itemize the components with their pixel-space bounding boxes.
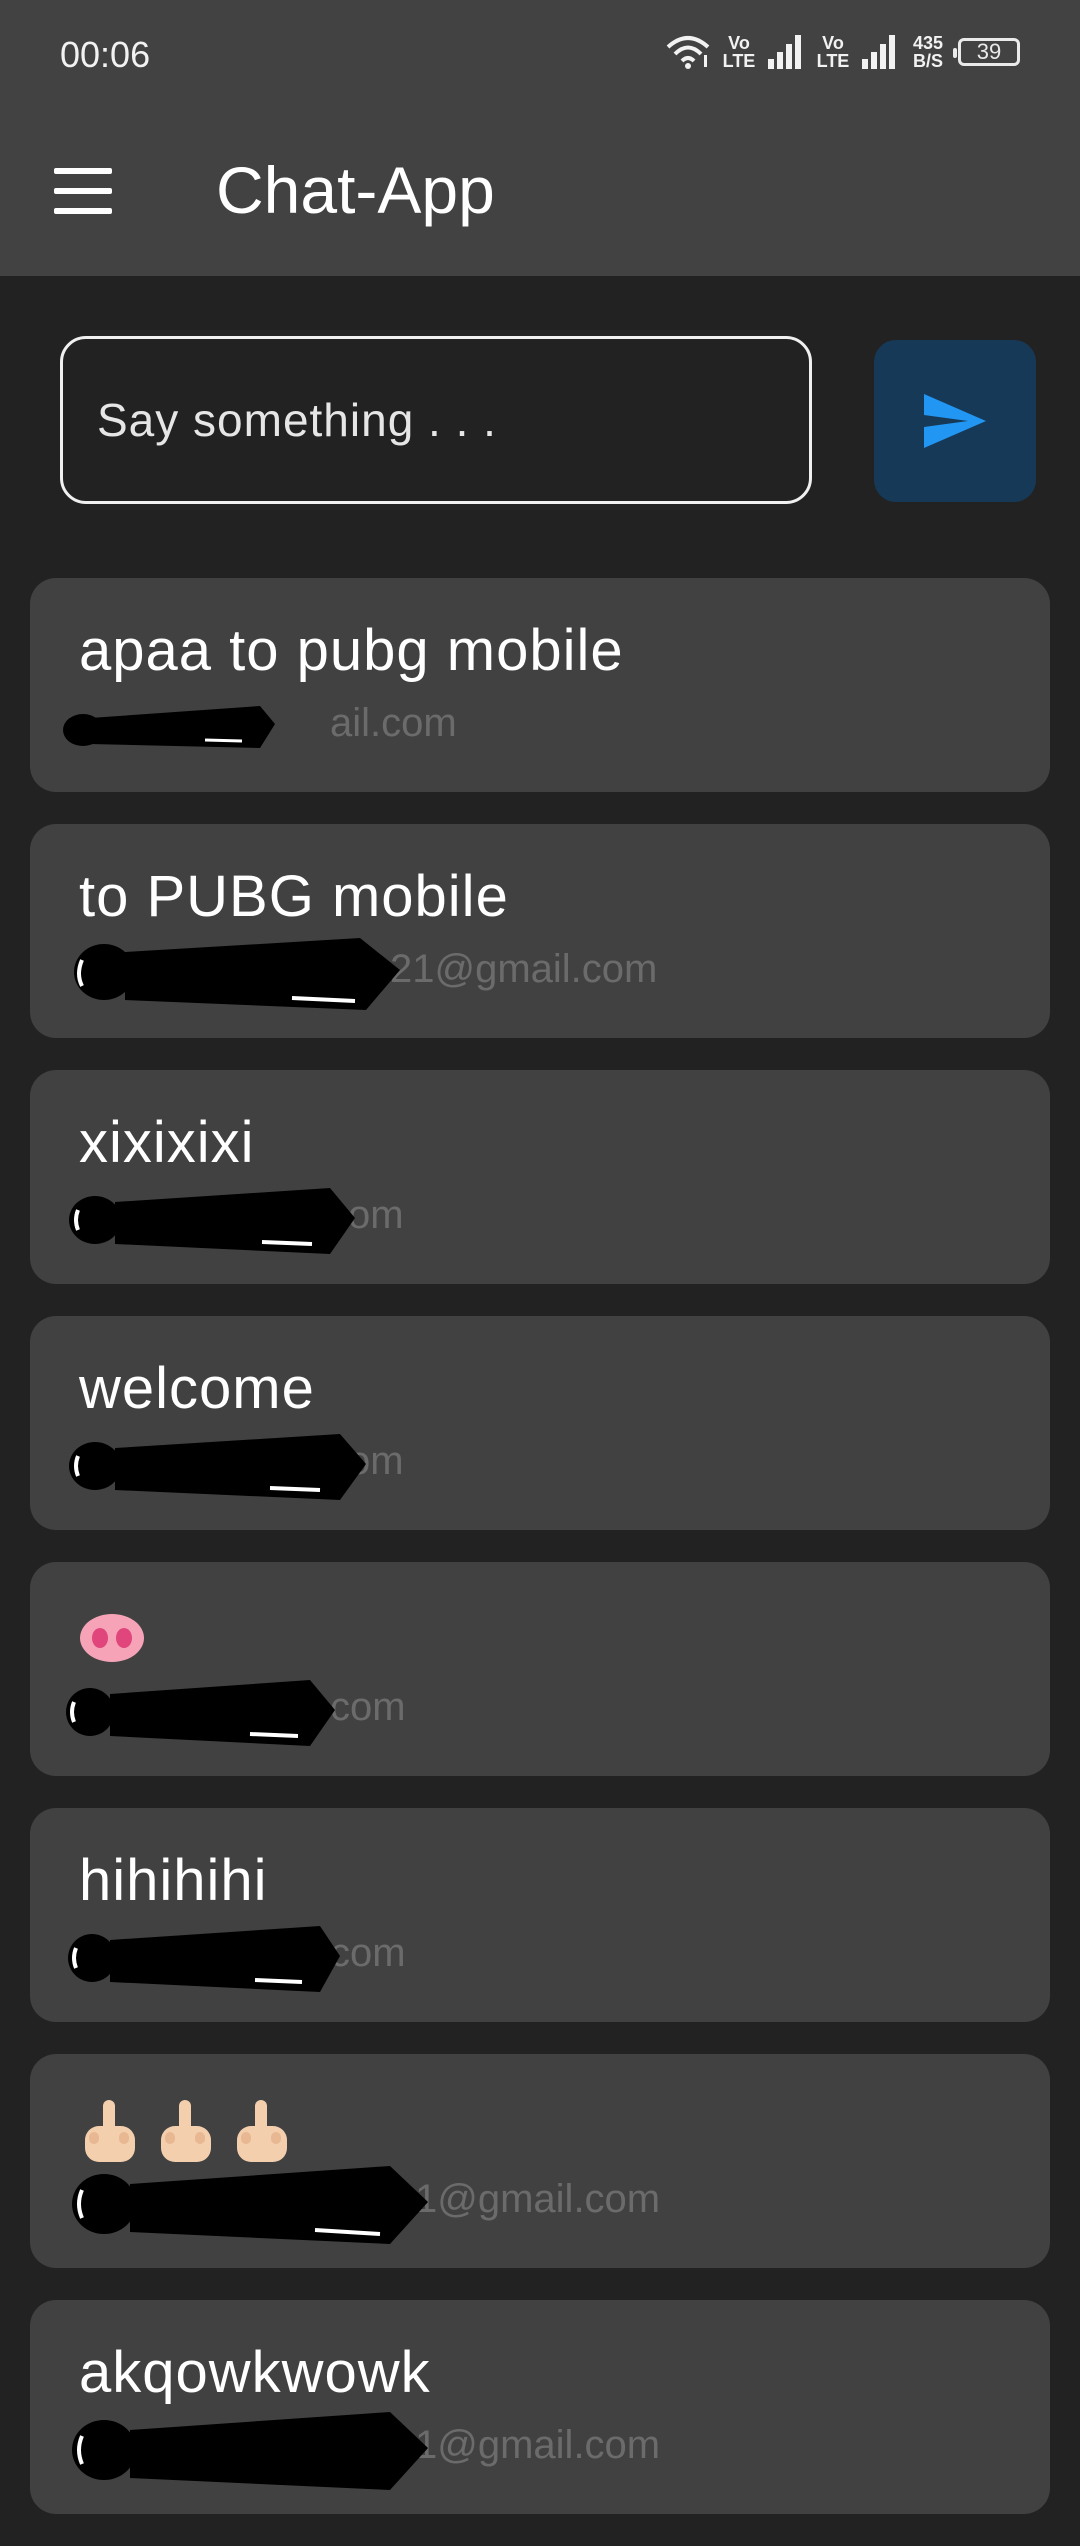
signal-icon-2	[862, 35, 895, 69]
redaction-mark	[74, 938, 400, 1010]
signal-icon-1	[768, 35, 801, 69]
message-input-container	[60, 336, 812, 504]
status-bar: 00:06 Vo LTE Vo LTE 435 B/S 39	[0, 0, 1080, 110]
redaction-mark	[69, 1434, 366, 1500]
message-card[interactable]: apaa to pubg mobile ail.com	[30, 578, 1050, 792]
redaction-mark	[69, 1188, 355, 1254]
app-bar: 00:06 Vo LTE Vo LTE 435 B/S 39 Chat-App	[0, 0, 1080, 276]
message-card[interactable]: akqowkwowk 1@gmail.com	[30, 2300, 1050, 2514]
battery-level: 39	[976, 39, 1002, 64]
send-button[interactable]	[874, 340, 1036, 502]
redaction-mark	[72, 2412, 428, 2490]
redaction-mark	[72, 2166, 428, 2244]
message-card[interactable]: to PUBG mobile 21@gmail.com	[30, 824, 1050, 1038]
message-list: apaa to pubg mobile ail.com to PUBG mobi…	[30, 578, 1050, 2546]
status-icons: Vo LTE Vo LTE 435 B/S 39	[666, 34, 1020, 70]
status-time: 00:06	[60, 34, 151, 75]
message-input[interactable]	[63, 339, 809, 501]
message-card[interactable]: xixixixi om	[30, 1070, 1050, 1284]
net-speed: 435 B/S	[912, 33, 944, 71]
battery-icon: 39	[953, 38, 1020, 66]
volte-label-2: Vo LTE	[816, 33, 850, 71]
message-card[interactable]: 1@gmail.com	[30, 2054, 1050, 2268]
redaction-mark	[68, 1926, 340, 1992]
send-arrow-icon	[924, 394, 986, 448]
message-card[interactable]: com	[30, 1562, 1050, 1776]
message-card[interactable]: hihihihi com	[30, 1808, 1050, 2022]
volte-label-1: Vo LTE	[722, 33, 756, 71]
redaction-mark	[63, 706, 275, 748]
hamburger-menu-icon[interactable]	[54, 168, 112, 214]
redaction-mark	[66, 1680, 335, 1746]
message-card[interactable]: welcome om	[30, 1316, 1050, 1530]
wifi-icon	[666, 36, 710, 69]
app-title: Chat-App	[216, 153, 495, 227]
